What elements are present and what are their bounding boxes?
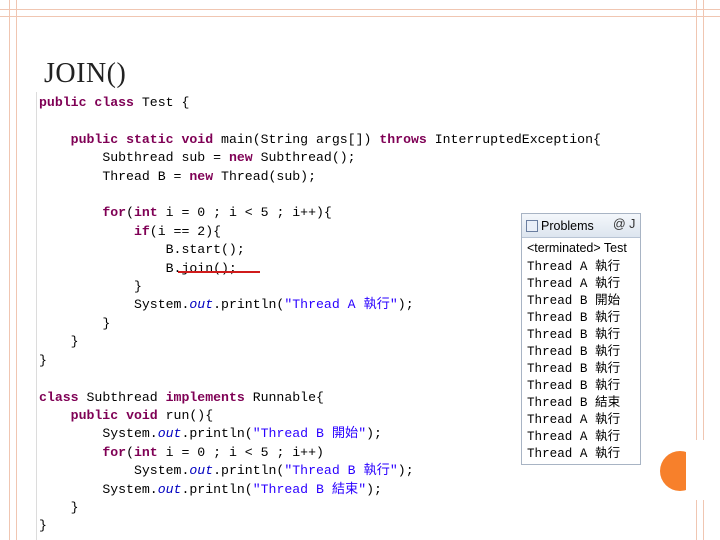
editor-gutter <box>36 92 37 540</box>
code-token: "Thread B 執行" <box>284 463 398 479</box>
code-token: ( <box>126 205 134 221</box>
code-token: } <box>102 315 111 331</box>
code-token: implements <box>165 389 245 405</box>
console-status: <terminated> Test <box>527 241 627 255</box>
code-token: throws <box>379 131 427 147</box>
console-line: Thread B 執行 <box>527 379 621 393</box>
code-token: "Thread B 結束" <box>252 481 367 497</box>
code-token: System. <box>133 297 190 313</box>
code-token: int <box>133 205 158 221</box>
code-token: void <box>181 131 214 147</box>
tab-problems[interactable]: Problems <box>526 217 594 235</box>
code-token: Thread B = <box>102 168 190 184</box>
code-token: void <box>126 407 158 423</box>
problems-icon <box>526 220 538 232</box>
code-token: i = 0 ; i < 5 ; i++) <box>157 444 324 460</box>
code-token: out <box>157 481 182 497</box>
console-tab-bar: Problems @ J <box>522 214 640 238</box>
code-token: (i == 2){ <box>149 223 222 239</box>
frame-line-left-inner <box>16 0 17 540</box>
code-token: Subthread(); <box>252 150 356 166</box>
code-token: Runnable{ <box>244 389 324 405</box>
code-token: public <box>70 131 119 147</box>
frame-line-top-outer <box>0 9 720 10</box>
slide-title: JOIN() <box>44 58 127 89</box>
code-token: } <box>70 334 79 350</box>
code-token: out <box>189 297 214 313</box>
console-line: Thread A 執行 <box>527 277 621 291</box>
join-call: B.join(); <box>165 260 237 276</box>
code-token: B.start(); <box>165 242 245 258</box>
code-token: new <box>189 168 214 184</box>
code-token: Subthread sub = <box>102 150 229 166</box>
console-line: Thread B 開始 <box>527 294 621 308</box>
code-token: new <box>228 150 253 166</box>
code-token: "Thread B 開始" <box>252 426 367 442</box>
code-token: } <box>133 279 142 295</box>
code-token: Thread(sub); <box>213 168 317 184</box>
code-token: Subthread <box>78 389 166 405</box>
code-token: "Thread A 執行" <box>284 297 398 313</box>
tab-javadoc[interactable]: @ J <box>613 217 635 231</box>
code-token: if <box>133 223 150 239</box>
code-token: class <box>94 95 134 110</box>
code-token: System. <box>102 426 158 442</box>
console-output: Thread A 執行 Thread A 執行 Thread B 開始 Thre… <box>527 259 620 463</box>
code-token: for <box>102 205 127 221</box>
code-token: InterruptedException{ <box>426 131 601 147</box>
console-line: Thread A 執行 <box>527 447 621 461</box>
code-token: ); <box>397 463 414 479</box>
console-panel: Problems @ J <terminated> Test Thread A … <box>521 213 641 465</box>
frame-line-left-outer <box>9 0 10 540</box>
code-token: public <box>39 95 87 110</box>
code-token: out <box>189 463 214 479</box>
code-listing: public class Test { public static void m… <box>39 94 601 536</box>
tab-problems-label: Problems <box>541 219 594 233</box>
code-token: System. <box>133 463 190 479</box>
code-token: ( <box>126 444 134 460</box>
code-token: .println( <box>213 463 285 479</box>
accent-circle-mask <box>686 440 720 500</box>
code-token: } <box>70 499 79 515</box>
code-token: } <box>39 352 47 368</box>
code-token: main(String args[]) <box>213 131 380 147</box>
console-line: Thread B 執行 <box>527 345 621 359</box>
console-line: Thread B 執行 <box>527 362 621 376</box>
code-token: .println( <box>181 426 253 442</box>
code-token: public <box>70 407 119 423</box>
console-line: Thread A 執行 <box>527 430 621 444</box>
code-token: class <box>39 389 79 405</box>
code-token: ); <box>397 297 414 313</box>
code-token: System. <box>102 481 158 497</box>
console-line: Thread B 結束 <box>527 396 621 410</box>
code-token: } <box>39 518 47 534</box>
console-line: Thread B 執行 <box>527 328 621 342</box>
code-token: ); <box>366 426 382 442</box>
code-token: .println( <box>181 481 253 497</box>
console-line: Thread A 執行 <box>527 260 621 274</box>
code-token: .println( <box>213 297 285 313</box>
frame-line-top-inner <box>0 16 720 17</box>
code-token: ); <box>366 481 382 497</box>
console-line: Thread B 執行 <box>527 311 621 325</box>
code-token: i = 0 ; i < 5 ; i++){ <box>157 205 332 221</box>
code-token: int <box>133 444 158 460</box>
code-token: static <box>126 131 174 147</box>
code-token: out <box>157 426 182 442</box>
code-token: run(){ <box>157 407 214 423</box>
console-line: Thread A 執行 <box>527 413 621 427</box>
code-token: for <box>102 444 127 460</box>
join-highlight-underline <box>178 271 260 273</box>
code-token: Test { <box>133 95 190 110</box>
